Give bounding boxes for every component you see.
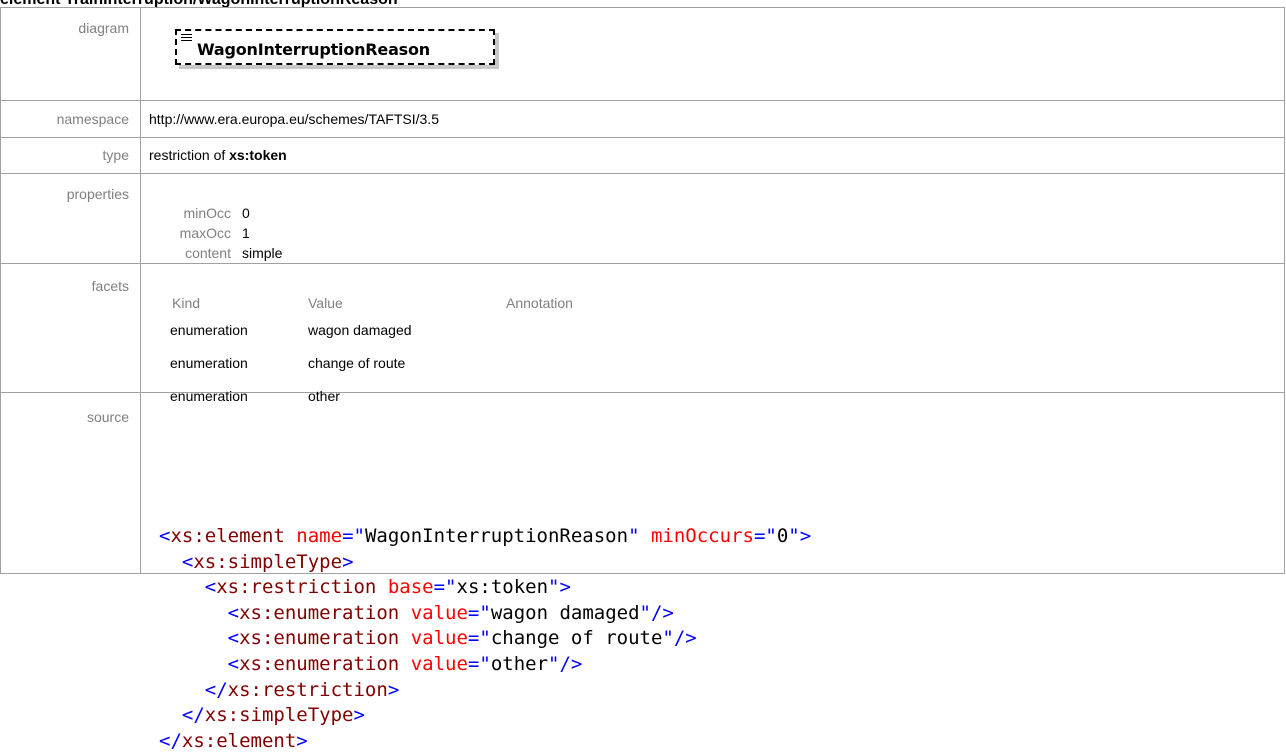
facets-header-annotation: Annotation: [506, 295, 573, 311]
facet-kind: enumeration: [170, 355, 248, 371]
facet-row: enumeration change of route: [148, 347, 573, 380]
property-row: content simple: [148, 243, 282, 263]
property-key: content: [185, 245, 231, 261]
namespace-value: http://www.era.europa.eu/schemes/TAFTSI/…: [140, 100, 1285, 138]
source-line: <xs:restriction base="xs:token">: [204, 576, 571, 599]
properties-list: minOcc 0 maxOcc 1 content simple: [148, 203, 283, 263]
documentation-table: diagram namespace http://www.era.europa.…: [0, 7, 1285, 574]
source-code: <xs:element name="WagonInterruptionReaso…: [159, 524, 811, 754]
property-value: 1: [242, 225, 250, 241]
source-line: <xs:enumeration value="other"/>: [227, 652, 583, 675]
facet-row: enumeration wagon damaged: [148, 314, 573, 347]
facets-header-value: Value: [308, 295, 343, 311]
facet-kind: enumeration: [170, 388, 248, 404]
diagram-label: diagram: [0, 7, 141, 101]
facet-value: other: [308, 388, 340, 404]
properties-cell: [140, 173, 1285, 264]
property-value: 0: [242, 205, 250, 221]
source-line: <xs:enumeration value="change of route"/…: [227, 627, 697, 650]
diagram-element-name: WagonInterruptionReason: [197, 40, 430, 59]
facet-row: enumeration other: [148, 380, 573, 413]
facets-header: Kind Value Annotation: [148, 292, 573, 314]
source-line: <xs:simpleType>: [181, 550, 354, 573]
facet-value: change of route: [308, 355, 406, 371]
property-value: simple: [242, 245, 283, 261]
type-label: type: [0, 137, 141, 174]
source-line: </xs:element>: [159, 729, 308, 752]
facets-label: facets: [0, 263, 141, 393]
property-key: maxOcc: [179, 225, 231, 241]
facets-table: Kind Value Annotation enumeration wagon dam…: [148, 292, 573, 413]
facet-kind: enumeration: [170, 322, 248, 338]
facet-value: wagon damaged: [308, 322, 412, 338]
property-row: minOcc 0: [148, 203, 282, 223]
type-base[interactable]: xs:token: [229, 147, 287, 163]
properties-label: properties: [0, 173, 141, 264]
property-key: minOcc: [183, 205, 231, 221]
type-prefix: restriction of: [149, 147, 230, 163]
namespace-label: namespace: [0, 100, 141, 138]
source-line: <xs:enumeration value="wagon damaged"/>: [227, 601, 674, 624]
element-diagram-box[interactable]: WagonInterruptionReason: [175, 29, 495, 65]
row-namespace: namespace http://www.era.europa.eu/schem…: [0, 100, 1285, 138]
source-line: <xs:element name="WagonInterruptionReaso…: [159, 525, 812, 547]
source-label: source: [0, 392, 141, 574]
source-line: </xs:restriction>: [204, 678, 400, 701]
facets-header-kind: Kind: [172, 295, 201, 311]
property-row: maxOcc 1: [148, 223, 282, 243]
row-type: type restriction of xs:token: [0, 137, 1285, 174]
type-value: restriction of xs:token: [140, 137, 1285, 174]
element-diagram-icon: [181, 34, 192, 43]
